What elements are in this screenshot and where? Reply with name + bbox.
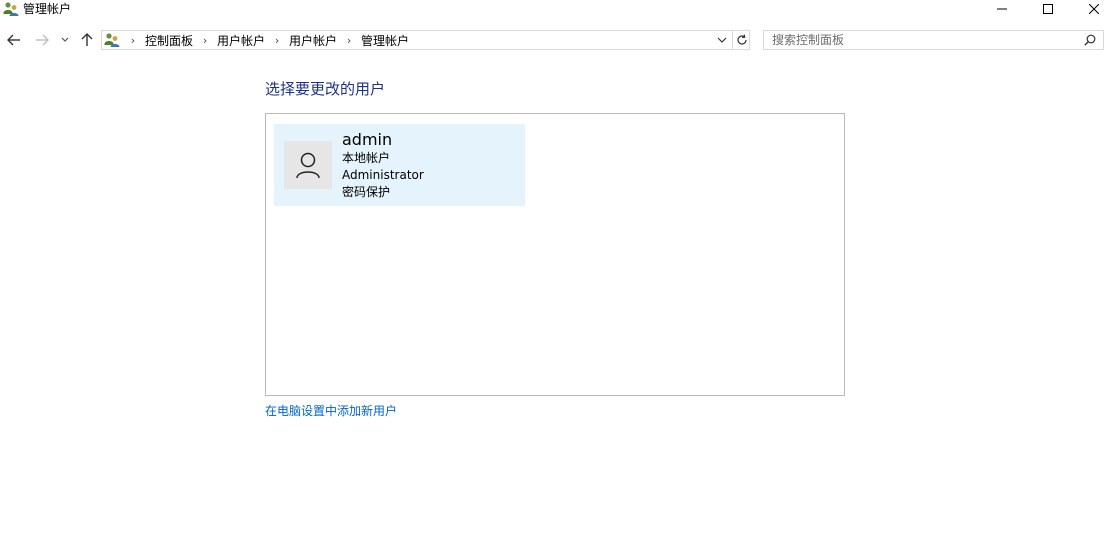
recent-locations-button[interactable] (58, 30, 72, 50)
title-bar: 管理帐户 (0, 0, 1113, 18)
window: 管理帐户 › 控制面板 › 用户帐户 › 用户帐户 › 管理帐户 搜索控制面板 … (0, 0, 1113, 554)
user-tile-admin[interactable]: admin 本地帐户 Administrator 密码保护 (274, 124, 525, 206)
password-status: 密码保护 (342, 185, 391, 199)
address-bar[interactable]: › 控制面板 › 用户帐户 › 用户帐户 › 管理帐户 (101, 30, 750, 50)
address-history-button[interactable] (714, 31, 730, 49)
account-role: Administrator (342, 168, 424, 182)
add-user-link[interactable]: 在电脑设置中添加新用户 (265, 403, 397, 419)
navigation-bar: › 控制面板 › 用户帐户 › 用户帐户 › 管理帐户 (0, 28, 1113, 52)
user-icon (296, 152, 320, 179)
breadcrumb-user-accounts-sub[interactable]: 用户帐户 (286, 32, 340, 49)
refresh-icon (737, 34, 747, 45)
arrow-left-icon (7, 34, 20, 46)
forward-button[interactable] (32, 30, 52, 50)
minimize-icon (997, 8, 1007, 10)
breadcrumb-control-panel[interactable]: 控制面板 (142, 32, 196, 49)
breadcrumb-user-accounts[interactable]: 用户帐户 (214, 32, 268, 49)
breadcrumb-manage-accounts[interactable]: 管理帐户 (358, 32, 412, 49)
arrow-right-icon (36, 34, 49, 46)
control-panel-users-icon (104, 32, 120, 48)
chevron-right-icon[interactable]: › (196, 34, 214, 47)
refresh-button[interactable] (735, 31, 749, 49)
search-icon[interactable] (1082, 32, 1098, 48)
close-button[interactable] (1071, 0, 1113, 18)
chevron-right-icon[interactable]: › (268, 34, 286, 47)
user-list-panel: admin 本地帐户 Administrator 密码保护 (265, 113, 845, 396)
maximize-button[interactable] (1025, 0, 1071, 18)
minimize-button[interactable] (979, 0, 1025, 18)
chevron-down-icon (717, 37, 727, 43)
window-title: 管理帐户 (23, 2, 72, 16)
close-icon (1089, 4, 1099, 14)
chevron-right-icon[interactable]: › (340, 34, 358, 47)
search-input[interactable] (768, 31, 1076, 49)
chevron-down-icon (61, 37, 69, 42)
chevron-right-icon[interactable]: › (124, 34, 142, 47)
breadcrumb: › 控制面板 › 用户帐户 › 用户帐户 › 管理帐户 (124, 31, 412, 49)
avatar (284, 141, 332, 189)
up-button[interactable] (78, 30, 96, 50)
maximize-icon (1043, 4, 1053, 14)
address-divider (732, 31, 733, 49)
account-type: 本地帐户 (342, 151, 391, 165)
back-button[interactable] (4, 30, 24, 50)
users-icon (3, 1, 19, 17)
page-title: 选择要更改的用户 (265, 80, 386, 98)
arrow-up-icon (81, 33, 93, 46)
search-box[interactable] (763, 30, 1104, 50)
user-name: admin (342, 130, 393, 149)
